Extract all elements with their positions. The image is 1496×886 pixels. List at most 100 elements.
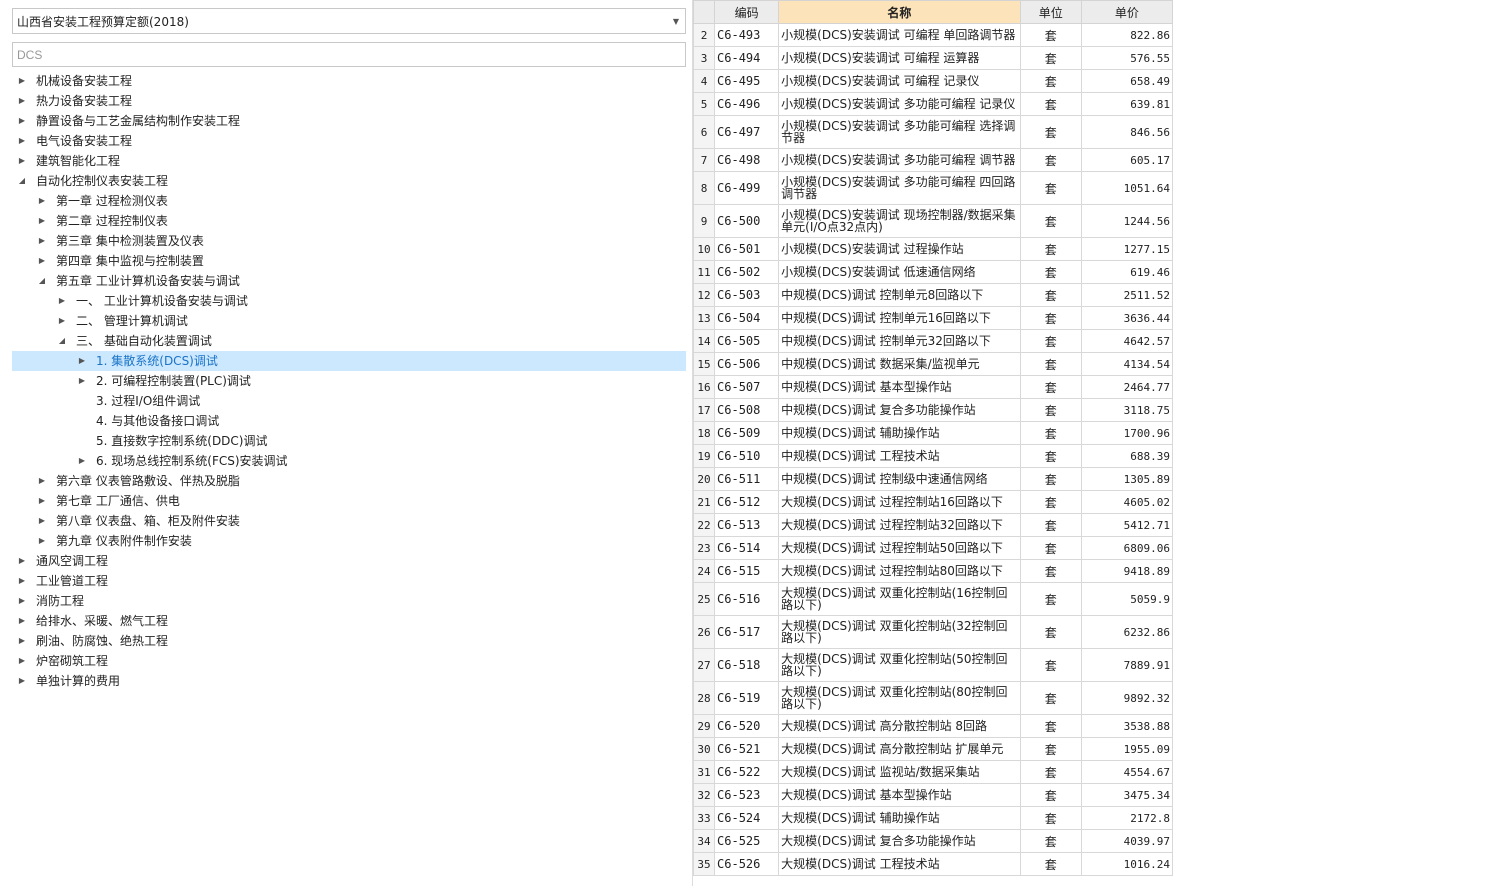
row-number[interactable]: 29 [693, 714, 716, 738]
table-row[interactable]: 10 C6-501 小规模(DCS)安装调试 过程操作站套 1277.15 [693, 237, 1174, 261]
triangle-right-icon[interactable]: ▶ [16, 611, 28, 631]
tree-node[interactable]: ▶ 炉窑砌筑工程 [12, 651, 686, 671]
table-row[interactable]: 27 C6-518 大规模(DCS)调试 双重化控制站(50控制回路以下) 套 7889… [693, 648, 1174, 682]
name-cell[interactable]: 中规模(DCS)调试 工程技术站 [778, 444, 1021, 468]
price-cell[interactable]: 3475.34 [1080, 783, 1174, 807]
price-cell[interactable]: 2464.77 [1080, 375, 1174, 399]
name-cell[interactable]: 大规模(DCS)调试 过程控制站16回路以下 [778, 490, 1021, 514]
tree-node[interactable]: 5. 直接数字控制系统(DDC)调试 [12, 431, 686, 451]
code-cell[interactable]: C6-509 [714, 421, 780, 445]
row-number[interactable]: 6 [693, 115, 716, 149]
tree-node[interactable]: ▶ 第七章 工厂通信、供电 [12, 491, 686, 511]
unit-cell[interactable]: 套 [1019, 329, 1082, 353]
row-number[interactable]: 13 [693, 306, 716, 330]
code-cell[interactable]: C6-502 [714, 260, 780, 284]
code-cell[interactable]: C6-499 [714, 171, 780, 205]
name-cell[interactable]: 大规模(DCS)调试 过程控制站80回路以下 [778, 559, 1021, 583]
row-number[interactable]: 9 [693, 204, 716, 238]
name-cell[interactable]: 大规模(DCS)调试 双重化控制站(80控制回路以下) [778, 681, 1021, 715]
unit-cell[interactable]: 套 [1019, 421, 1082, 445]
price-cell[interactable]: 4134.54 [1080, 352, 1174, 376]
code-cell[interactable]: C6-506 [714, 352, 780, 376]
triangle-right-icon[interactable]: ▶ [16, 671, 28, 691]
code-cell[interactable]: C6-520 [714, 714, 780, 738]
table-row[interactable]: 33 C6-524 大规模(DCS)调试 辅助操作站套 2172.8 [693, 806, 1174, 830]
triangle-right-icon[interactable]: ▶ [16, 111, 28, 131]
code-cell[interactable]: C6-526 [714, 852, 780, 876]
triangle-right-icon[interactable]: ▶ [36, 211, 48, 231]
price-cell[interactable]: 2172.8 [1080, 806, 1174, 830]
name-cell[interactable]: 中规模(DCS)调试 控制单元8回路以下 [778, 283, 1021, 307]
row-number[interactable]: 2 [693, 23, 716, 47]
price-cell[interactable]: 1700.96 [1080, 421, 1174, 445]
unit-cell[interactable]: 套 [1019, 490, 1082, 514]
price-cell[interactable]: 6809.06 [1080, 536, 1174, 560]
tree-node[interactable]: 3. 过程I/O组件调试 [12, 391, 686, 411]
name-cell[interactable]: 小规模(DCS)安装调试 多功能可编程 选择调节器 [778, 115, 1021, 149]
table-row[interactable]: 28 C6-519 大规模(DCS)调试 双重化控制站(80控制回路以下) 套 9892… [693, 681, 1174, 715]
table-row[interactable]: 23 C6-514 大规模(DCS)调试 过程控制站50回路以下套 6809.06 [693, 536, 1174, 560]
price-cell[interactable]: 9418.89 [1080, 559, 1174, 583]
price-cell[interactable]: 5059.9 [1080, 582, 1174, 616]
unit-cell[interactable]: 套 [1019, 783, 1082, 807]
table-row[interactable]: 12 C6-503 中规模(DCS)调试 控制单元8回路以下套 2511.52 [693, 283, 1174, 307]
name-column-header[interactable]: 名称 [778, 0, 1021, 24]
name-cell[interactable]: 中规模(DCS)调试 控制单元16回路以下 [778, 306, 1021, 330]
row-number[interactable]: 22 [693, 513, 716, 537]
name-cell[interactable]: 大规模(DCS)调试 双重化控制站(16控制回路以下) [778, 582, 1021, 616]
triangle-right-icon[interactable]: ▶ [36, 471, 48, 491]
triangle-right-icon[interactable]: ▶ [16, 651, 28, 671]
name-cell[interactable]: 大规模(DCS)调试 辅助操作站 [778, 806, 1021, 830]
unit-cell[interactable]: 套 [1019, 260, 1082, 284]
unit-cell[interactable]: 套 [1019, 375, 1082, 399]
table-row[interactable]: 9 C6-500 小规模(DCS)安装调试 现场控制器/数据采集单元(I/O点32点… [693, 204, 1174, 238]
triangle-right-icon[interactable]: ▶ [36, 191, 48, 211]
triangle-down-icon[interactable]: ◢ [16, 171, 28, 191]
triangle-right-icon[interactable]: ▶ [16, 91, 28, 111]
library-select[interactable]: 山西省安装工程预算定额(2018) ▼ [12, 8, 686, 34]
table-row[interactable]: 17 C6-508 中规模(DCS)调试 复合多功能操作站套 3118.75 [693, 398, 1174, 422]
tree-node[interactable]: ▶ 1. 集散系统(DCS)调试 [12, 351, 686, 371]
price-cell[interactable]: 846.56 [1080, 115, 1174, 149]
name-cell[interactable]: 小规模(DCS)安装调试 多功能可编程 记录仪 [778, 92, 1021, 116]
tree-node[interactable]: ▶ 二、 管理计算机调试 [12, 311, 686, 331]
price-cell[interactable]: 4039.97 [1080, 829, 1174, 853]
table-row[interactable]: 32 C6-523 大规模(DCS)调试 基本型操作站套 3475.34 [693, 783, 1174, 807]
row-number[interactable]: 10 [693, 237, 716, 261]
row-number[interactable]: 7 [693, 148, 716, 172]
code-cell[interactable]: C6-514 [714, 536, 780, 560]
price-cell[interactable]: 1051.64 [1080, 171, 1174, 205]
code-column-header[interactable]: 编码 [714, 0, 780, 24]
row-number[interactable]: 12 [693, 283, 716, 307]
tree-node[interactable]: ▶ 2. 可编程控制装置(PLC)调试 [12, 371, 686, 391]
tree-node[interactable]: ▶ 第二章 过程控制仪表 [12, 211, 686, 231]
row-number[interactable]: 32 [693, 783, 716, 807]
unit-cell[interactable]: 套 [1019, 513, 1082, 537]
code-cell[interactable]: C6-517 [714, 615, 780, 649]
row-number[interactable]: 15 [693, 352, 716, 376]
row-number[interactable]: 17 [693, 398, 716, 422]
code-cell[interactable]: C6-495 [714, 69, 780, 93]
row-number[interactable]: 5 [693, 92, 716, 116]
row-number[interactable]: 25 [693, 582, 716, 616]
triangle-right-icon[interactable]: ▶ [76, 351, 88, 371]
table-row[interactable]: 29 C6-520 大规模(DCS)调试 高分散控制站 8回路套 3538.88 [693, 714, 1174, 738]
price-cell[interactable]: 6232.86 [1080, 615, 1174, 649]
code-cell[interactable]: C6-497 [714, 115, 780, 149]
tree-node[interactable]: ▶ 热力设备安装工程 [12, 91, 686, 111]
price-cell[interactable]: 1244.56 [1080, 204, 1174, 238]
row-number-header[interactable] [693, 0, 716, 24]
triangle-right-icon[interactable]: ▶ [16, 591, 28, 611]
name-cell[interactable]: 小规模(DCS)安装调试 多功能可编程 调节器 [778, 148, 1021, 172]
code-cell[interactable]: C6-525 [714, 829, 780, 853]
table-row[interactable]: 31 C6-522 大规模(DCS)调试 监视站/数据采集站套 4554.67 [693, 760, 1174, 784]
row-number[interactable]: 16 [693, 375, 716, 399]
price-cell[interactable]: 1016.24 [1080, 852, 1174, 876]
table-row[interactable]: 15 C6-506 中规模(DCS)调试 数据采集/监视单元套 4134.54 [693, 352, 1174, 376]
price-cell[interactable]: 688.39 [1080, 444, 1174, 468]
table-row[interactable]: 26 C6-517 大规模(DCS)调试 双重化控制站(32控制回路以下) 套 6232… [693, 615, 1174, 649]
tree-node[interactable]: ▶ 机械设备安装工程 [12, 71, 686, 91]
name-cell[interactable]: 小规模(DCS)安装调试 多功能可编程 四回路调节器 [778, 171, 1021, 205]
code-cell[interactable]: C6-504 [714, 306, 780, 330]
price-cell[interactable]: 658.49 [1080, 69, 1174, 93]
